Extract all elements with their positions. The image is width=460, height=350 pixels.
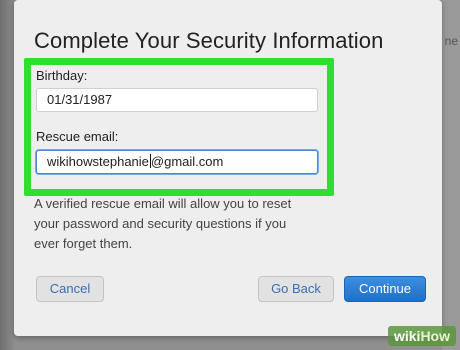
rescue-email-field[interactable]: wikihowstephanie @gmail.com xyxy=(36,150,318,174)
continue-button[interactable]: Continue xyxy=(344,276,426,302)
dialog-title: Complete Your Security Information xyxy=(34,28,384,53)
background-window xyxy=(0,0,14,350)
background-text: ne xyxy=(444,34,458,48)
wikihow-watermark: wikiHow xyxy=(387,326,456,346)
email-text-before-caret: wikihowstephanie xyxy=(47,154,149,169)
birthday-field[interactable]: 01/31/1987 xyxy=(36,88,318,112)
rescue-email-label: Rescue email: xyxy=(36,129,119,144)
background-window-right xyxy=(442,0,460,350)
help-text: A verified rescue email will allow you t… xyxy=(34,196,292,251)
go-back-button[interactable]: Go Back xyxy=(258,276,334,302)
birthday-label: Birthday: xyxy=(36,68,88,83)
email-text-after-caret: @gmail.com xyxy=(150,154,224,169)
security-info-dialog: Complete Your Security Information Birth… xyxy=(14,0,442,336)
cancel-button[interactable]: Cancel xyxy=(36,276,104,302)
watermark-part1: wiki xyxy=(393,328,421,344)
watermark-part2: How xyxy=(420,328,450,344)
